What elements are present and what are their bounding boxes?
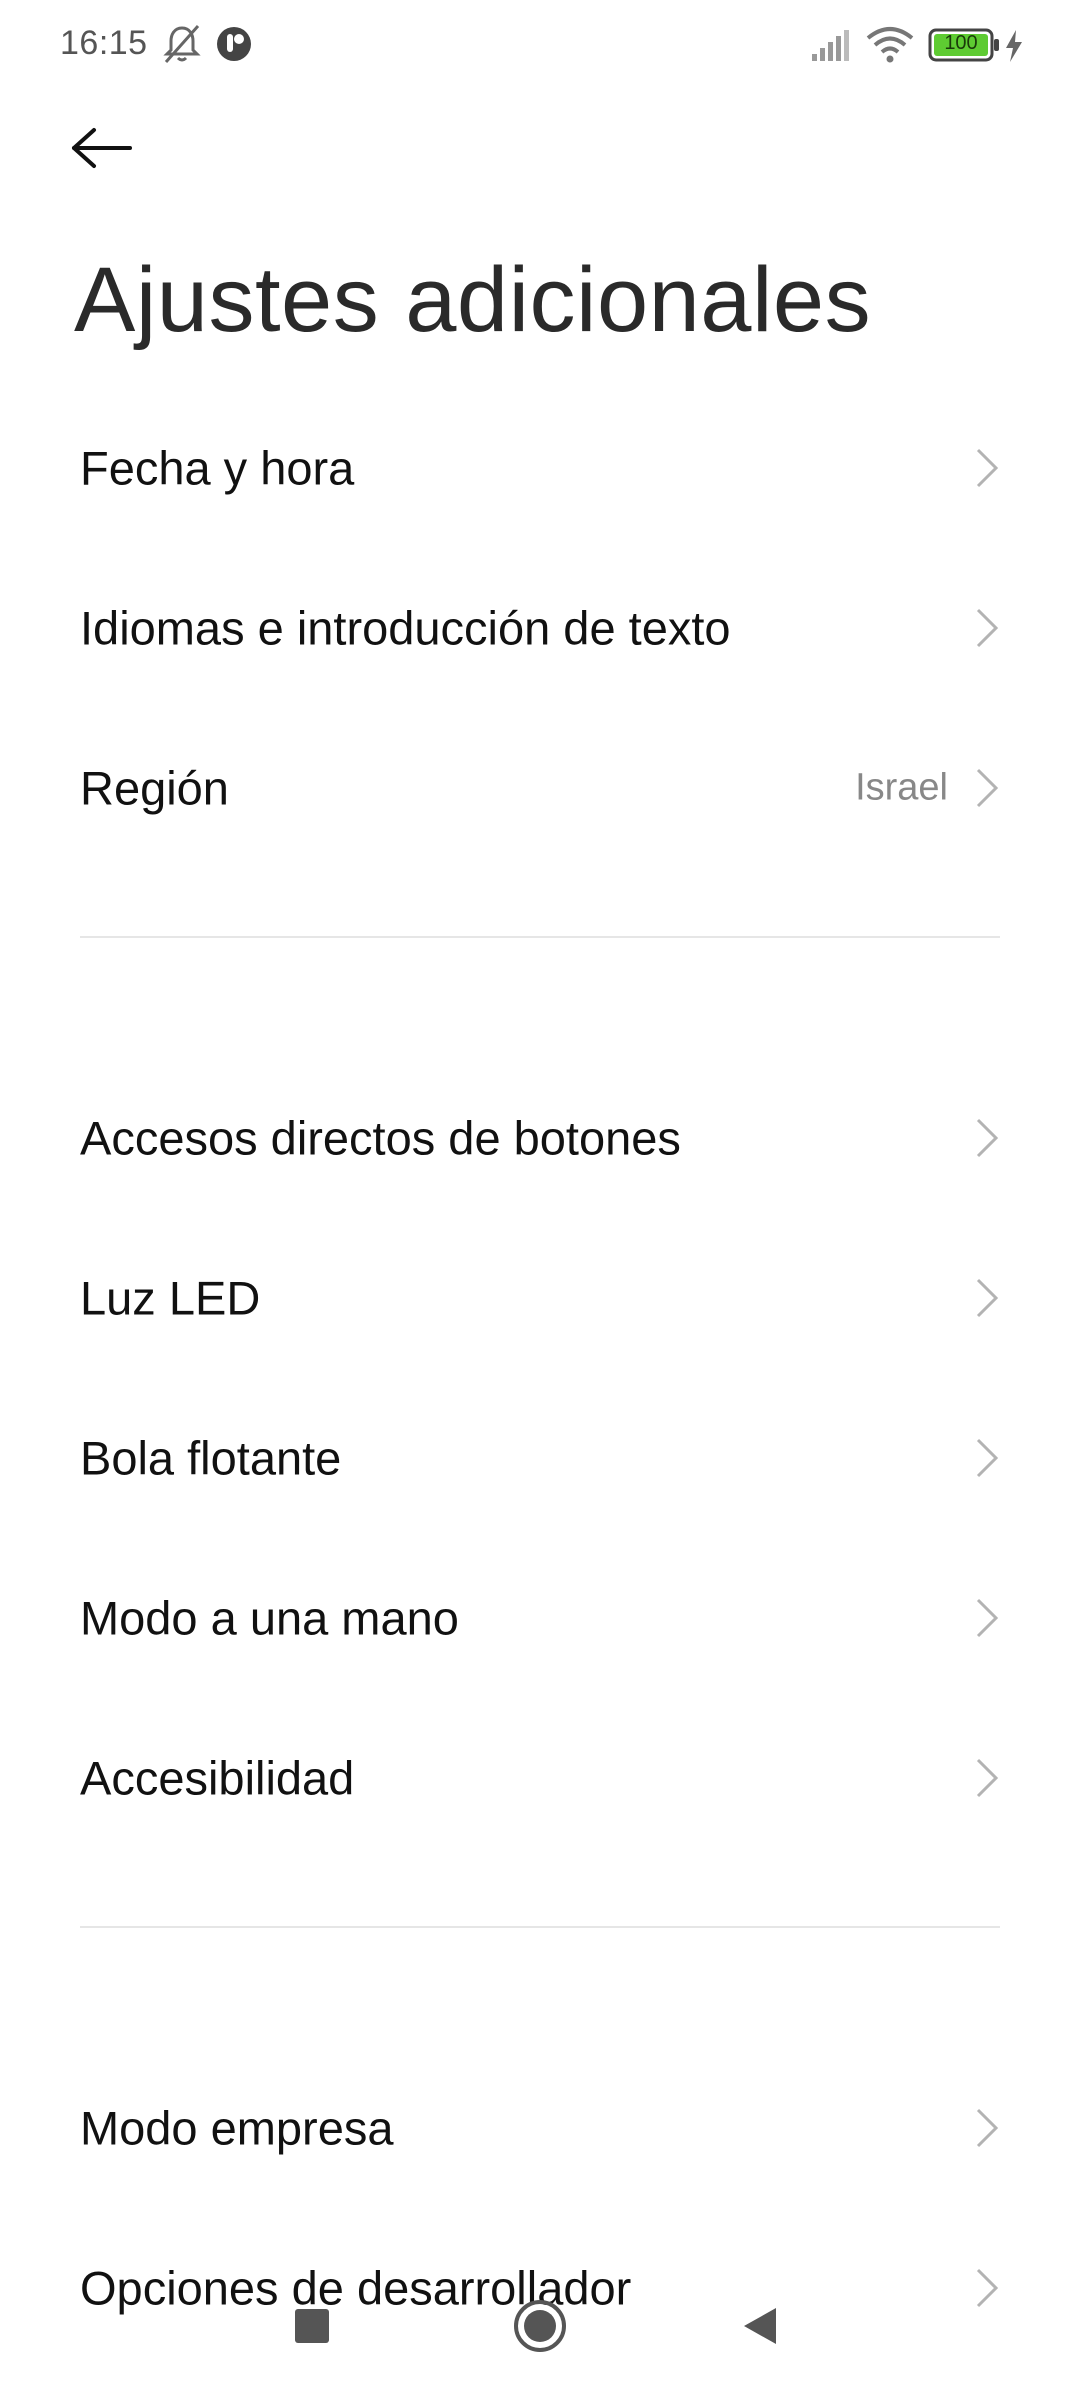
status-bar: 16:15 100 (0, 0, 1080, 90)
section-divider (80, 936, 1000, 938)
signal-icon (810, 30, 850, 67)
settings-item-fecha-y-hora[interactable]: Fecha y hora (0, 388, 1080, 548)
settings-item-label: Región (80, 761, 229, 815)
charging-bolt-icon (1004, 30, 1024, 67)
settings-item-label: Modo empresa (80, 2101, 394, 2155)
system-back-button[interactable] (720, 2288, 800, 2368)
settings-item-value: Israel (855, 766, 948, 809)
settings-item-idiomas[interactable]: Idiomas e introducción de texto (0, 548, 1080, 708)
page-title: Ajustes adicionales (74, 249, 872, 351)
settings-item-label: Idiomas e introducción de texto (80, 601, 731, 655)
settings-item-label: Luz LED (80, 1271, 261, 1325)
home-circle-icon (512, 2298, 568, 2359)
settings-item-region[interactable]: Región Israel (0, 708, 1080, 868)
chevron-right-icon (972, 446, 1002, 490)
home-button[interactable] (500, 2288, 580, 2368)
navigation-bar (0, 2270, 1080, 2400)
settings-item-modo-una-mano[interactable]: Modo a una mano (0, 1538, 1080, 1698)
chevron-right-icon (972, 1756, 1002, 1800)
section-divider-block (0, 936, 1080, 1058)
settings-item-label: Modo a una mano (80, 1591, 459, 1645)
settings-item-luz-led[interactable]: Luz LED (0, 1218, 1080, 1378)
back-button[interactable] (70, 110, 160, 190)
chevron-right-icon (972, 1436, 1002, 1480)
chevron-right-icon (972, 2106, 1002, 2150)
battery-level-text: 100 (944, 32, 978, 54)
settings-item-accesos-directos[interactable]: Accesos directos de botones (0, 1058, 1080, 1218)
status-time: 16:15 (60, 24, 148, 62)
chevron-right-icon (972, 1596, 1002, 1640)
settings-item-accesibilidad[interactable]: Accesibilidad (0, 1698, 1080, 1858)
bell-off-icon (162, 22, 202, 71)
section-divider (80, 1926, 1000, 1928)
chevron-right-icon (972, 1276, 1002, 1320)
back-triangle-icon (740, 2304, 780, 2353)
chevron-right-icon (972, 766, 1002, 810)
settings-item-label: Accesos directos de botones (80, 1111, 681, 1165)
notification-app-icon (214, 22, 254, 71)
chevron-right-icon (972, 606, 1002, 650)
settings-item-bola-flotante[interactable]: Bola flotante (0, 1378, 1080, 1538)
settings-item-label: Bola flotante (80, 1431, 342, 1485)
settings-list: Fecha y hora Idiomas e introducción de t… (0, 388, 1080, 2368)
settings-item-modo-empresa[interactable]: Modo empresa (0, 2048, 1080, 2208)
recents-square-icon (292, 2306, 332, 2351)
chevron-right-icon (972, 1116, 1002, 1160)
wifi-icon (866, 26, 914, 69)
settings-item-label: Fecha y hora (80, 441, 355, 495)
section-divider-block (0, 1926, 1080, 2048)
arrow-left-icon (70, 126, 134, 175)
recents-button[interactable] (272, 2288, 352, 2368)
settings-item-label: Accesibilidad (80, 1751, 355, 1805)
